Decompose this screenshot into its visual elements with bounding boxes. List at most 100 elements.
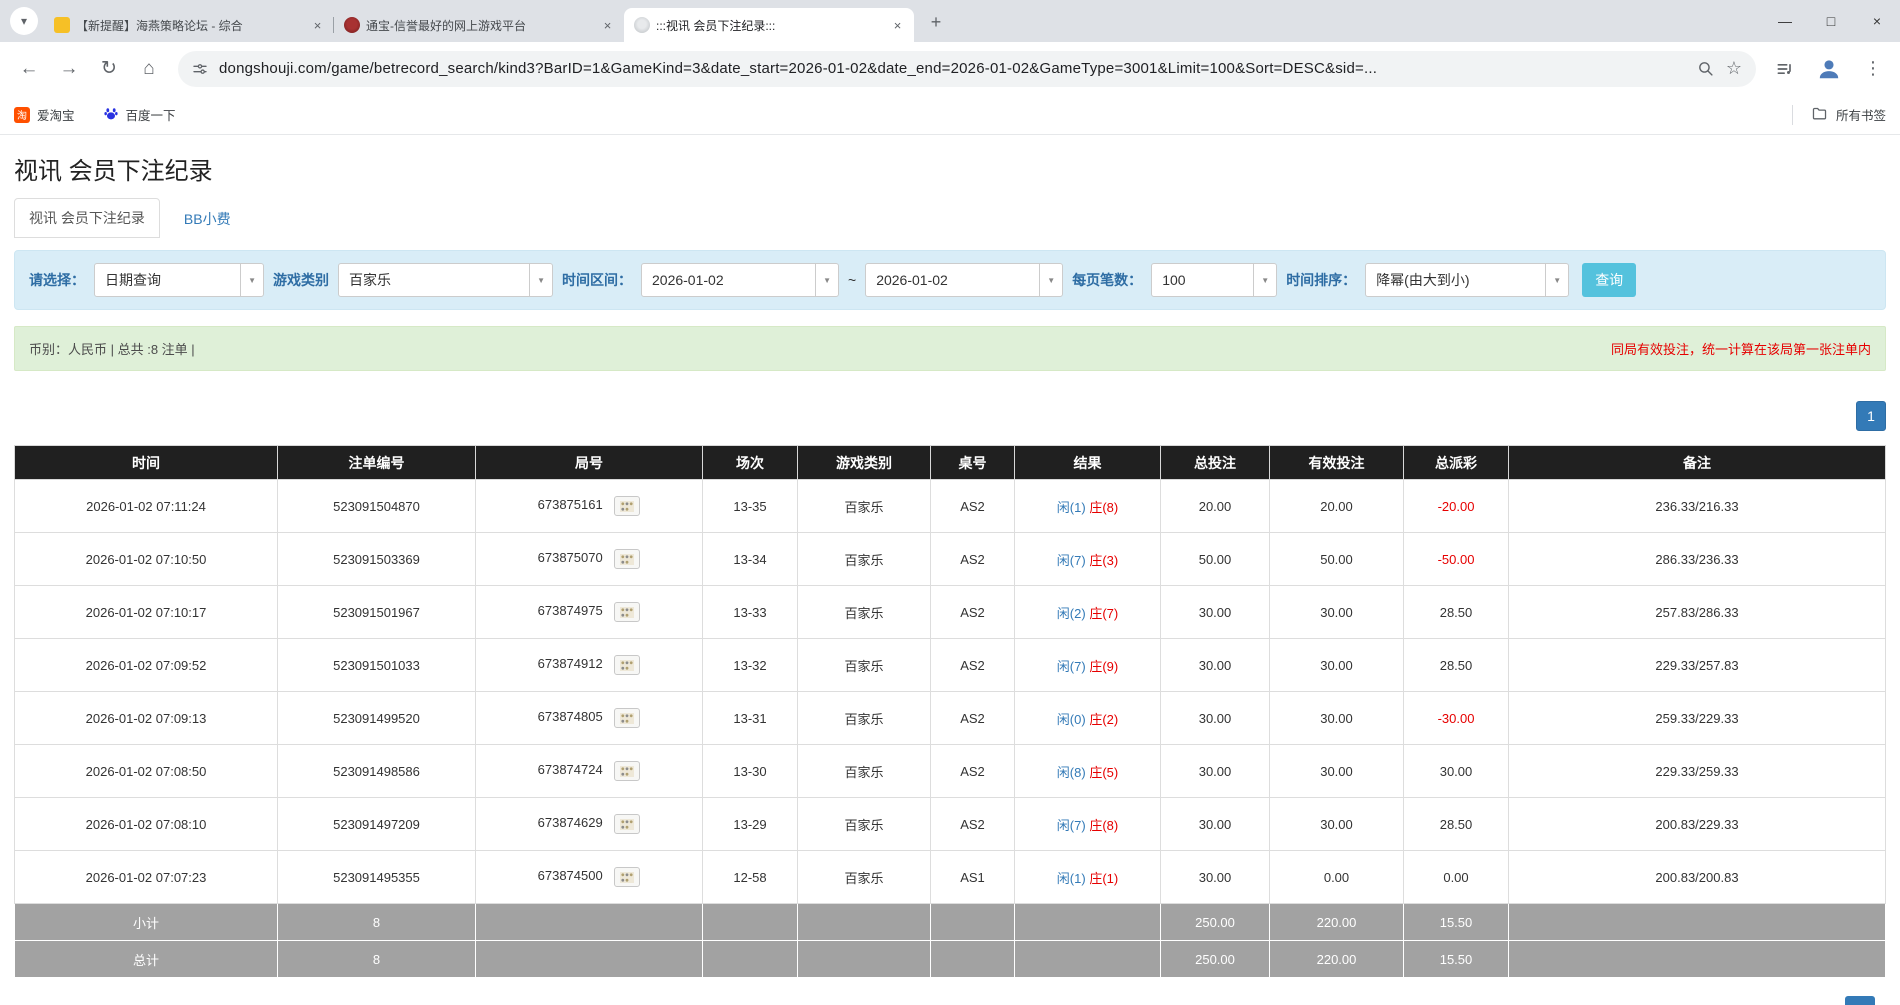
cell-total-bet[interactable]: 30.00 bbox=[1161, 639, 1270, 692]
cell-note: 259.33/229.33 bbox=[1509, 692, 1886, 745]
query-type-select[interactable]: 日期查询 ▼ bbox=[94, 263, 264, 297]
roadmap-icon[interactable] bbox=[614, 867, 640, 887]
cell-valid-bet: 30.00 bbox=[1270, 798, 1404, 851]
cell-session: 13-35 bbox=[703, 480, 798, 533]
round-id: 673874975 bbox=[538, 603, 603, 618]
cell-total-bet[interactable]: 30.00 bbox=[1161, 798, 1270, 851]
result-player: 闲(7) bbox=[1057, 553, 1086, 568]
cell-total-bet[interactable]: 30.00 bbox=[1161, 851, 1270, 904]
home-button[interactable]: ⌂ bbox=[130, 50, 168, 88]
media-control-icon[interactable] bbox=[1768, 52, 1802, 86]
round-id: 673874629 bbox=[538, 815, 603, 830]
cell-payout: -20.00 bbox=[1404, 480, 1509, 533]
cell-total-bet[interactable]: 50.00 bbox=[1161, 533, 1270, 586]
result-player: 闲(8) bbox=[1057, 765, 1086, 780]
tab-close-icon[interactable]: × bbox=[599, 17, 616, 34]
tab-close-icon[interactable]: × bbox=[309, 17, 326, 34]
browser-tab-tongbao[interactable]: 通宝-信誉最好的网上游戏平台 × bbox=[334, 8, 624, 42]
pagination-top: 1 bbox=[14, 401, 1886, 431]
bookmark-star-icon[interactable]: ☆ bbox=[1726, 58, 1742, 79]
date-end-select[interactable]: 2026-01-02 ▼ bbox=[865, 263, 1063, 297]
cell-note: 229.33/259.33 bbox=[1509, 745, 1886, 798]
cell-round: 673874629 bbox=[476, 798, 703, 851]
zoom-icon[interactable] bbox=[1697, 60, 1714, 77]
cell-valid-bet: 0.00 bbox=[1270, 851, 1404, 904]
bet-records-table: 时间注单编号局号场次游戏类别桌号结果总投注有效投注总派彩备注 2026-01-0… bbox=[14, 445, 1886, 978]
cell-bet-id: 523091499520 bbox=[278, 692, 476, 745]
browser-menu-icon[interactable]: ⋮ bbox=[1856, 52, 1890, 86]
bookmarks-bar: 淘 爱淘宝 百度一下 所有书签 bbox=[0, 95, 1900, 135]
chevron-down-icon: ▼ bbox=[1039, 264, 1062, 296]
browser-chrome: ▾ 【新提醒】海燕策略论坛 - 综合 × 通宝-信誉最好的网上游戏平台 × ::… bbox=[0, 0, 1900, 135]
total-total-bet: 250.00 bbox=[1161, 941, 1270, 978]
profile-avatar[interactable] bbox=[1812, 52, 1846, 86]
minimize-button[interactable]: — bbox=[1762, 0, 1808, 42]
new-tab-button[interactable]: + bbox=[922, 8, 950, 36]
cell-game-type: 百家乐 bbox=[798, 745, 931, 798]
cell-time: 2026-01-02 07:07:23 bbox=[15, 851, 278, 904]
close-button[interactable]: × bbox=[1854, 0, 1900, 42]
browser-tab-bet-records[interactable]: :::视讯 会员下注纪录::: × bbox=[624, 8, 914, 42]
roadmap-icon[interactable] bbox=[614, 814, 640, 834]
subtotal-valid-bet: 220.00 bbox=[1270, 904, 1404, 941]
cell-valid-bet: 20.00 bbox=[1270, 480, 1404, 533]
result-banker: 庄(2) bbox=[1089, 712, 1118, 727]
cell-total-bet[interactable]: 30.00 bbox=[1161, 692, 1270, 745]
table-row: 2026-01-02 07:11:24 523091504870 6738751… bbox=[15, 480, 1886, 533]
date-range-label: 时间区间： bbox=[562, 270, 632, 290]
pagination-bottom-cutoff[interactable] bbox=[1845, 996, 1875, 1005]
cell-total-bet[interactable]: 30.00 bbox=[1161, 745, 1270, 798]
cell-table-no: AS1 bbox=[931, 851, 1015, 904]
cell-round: 673874724 bbox=[476, 745, 703, 798]
cell-total-bet[interactable]: 20.00 bbox=[1161, 480, 1270, 533]
roadmap-icon[interactable] bbox=[614, 708, 640, 728]
site-settings-icon[interactable] bbox=[192, 61, 208, 77]
tab-bet-records[interactable]: 视讯 会员下注纪录 bbox=[14, 198, 160, 238]
refresh-button[interactable]: ↻ bbox=[90, 50, 128, 88]
forward-button[interactable]: → bbox=[50, 50, 88, 88]
cell-bet-id: 523091503369 bbox=[278, 533, 476, 586]
page-size-select[interactable]: 100 ▼ bbox=[1151, 263, 1277, 297]
bookmark-taobao[interactable]: 淘 爱淘宝 bbox=[14, 105, 75, 124]
roadmap-icon[interactable] bbox=[614, 602, 640, 622]
page-tabs: 视讯 会员下注纪录 BB小费 bbox=[14, 198, 1886, 238]
cell-bet-id: 523091501967 bbox=[278, 586, 476, 639]
maximize-button[interactable]: □ bbox=[1808, 0, 1854, 42]
browser-tab-forum[interactable]: 【新提醒】海燕策略论坛 - 综合 × bbox=[44, 8, 334, 42]
game-type-select[interactable]: 百家乐 ▼ bbox=[338, 263, 553, 297]
tab-search-button[interactable]: ▾ bbox=[10, 7, 38, 35]
sort-order-select[interactable]: 降幂(由大到小) ▼ bbox=[1365, 263, 1569, 297]
round-id: 673874805 bbox=[538, 709, 603, 724]
cell-total-bet[interactable]: 30.00 bbox=[1161, 586, 1270, 639]
cell-session: 12-58 bbox=[703, 851, 798, 904]
tab-bb-tips[interactable]: BB小费 bbox=[182, 200, 233, 238]
roadmap-icon[interactable] bbox=[614, 549, 640, 569]
roadmap-icon[interactable] bbox=[614, 655, 640, 675]
cell-payout: 28.50 bbox=[1404, 586, 1509, 639]
cell-session: 13-30 bbox=[703, 745, 798, 798]
address-bar[interactable]: dongshouji.com/game/betrecord_search/kin… bbox=[178, 51, 1756, 87]
column-header: 有效投注 bbox=[1270, 446, 1404, 480]
tab-close-icon[interactable]: × bbox=[889, 17, 906, 34]
cell-time: 2026-01-02 07:09:13 bbox=[15, 692, 278, 745]
all-bookmarks-button[interactable]: 所有书签 bbox=[1792, 105, 1886, 125]
roadmap-icon[interactable] bbox=[614, 761, 640, 781]
table-row: 2026-01-02 07:09:52 523091501033 6738749… bbox=[15, 639, 1886, 692]
result-banker: 庄(3) bbox=[1089, 553, 1118, 568]
chevron-down-icon: ▼ bbox=[815, 264, 838, 296]
cell-time: 2026-01-02 07:08:50 bbox=[15, 745, 278, 798]
cell-round: 673875070 bbox=[476, 533, 703, 586]
back-button[interactable]: ← bbox=[10, 50, 48, 88]
cell-result: 闲(8) 庄(5) bbox=[1015, 745, 1161, 798]
roadmap-icon[interactable] bbox=[614, 496, 640, 516]
tab-title: 【新提醒】海燕策略论坛 - 综合 bbox=[76, 17, 303, 34]
column-header: 结果 bbox=[1015, 446, 1161, 480]
valid-bet-notice: 同局有效投注，统一计算在该局第一张注单内 bbox=[1611, 339, 1871, 358]
table-row: 2026-01-02 07:08:50 523091498586 6738747… bbox=[15, 745, 1886, 798]
pagination-page-1[interactable]: 1 bbox=[1856, 401, 1886, 431]
date-start-select[interactable]: 2026-01-02 ▼ bbox=[641, 263, 839, 297]
bookmark-baidu[interactable]: 百度一下 bbox=[103, 105, 176, 124]
column-header: 桌号 bbox=[931, 446, 1015, 480]
url-text[interactable]: dongshouji.com/game/betrecord_search/kin… bbox=[219, 60, 1685, 77]
search-button[interactable]: 查询 bbox=[1582, 263, 1636, 297]
